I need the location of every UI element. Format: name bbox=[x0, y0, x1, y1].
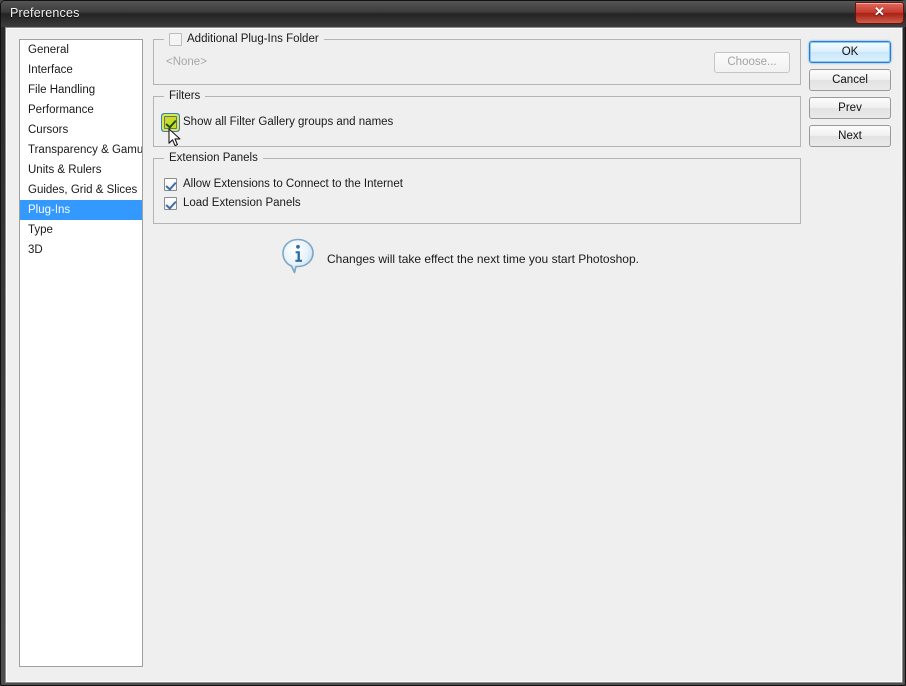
plug-ins-settings-pane: Additional Plug-Ins Folder <None> Choose… bbox=[153, 32, 801, 279]
restart-note: Changes will take effect the next time y… bbox=[281, 238, 801, 279]
extension-panels-group-body: Allow Extensions to Connect to the Inter… bbox=[154, 159, 800, 223]
sidebar-item-interface[interactable]: Interface bbox=[20, 60, 142, 80]
plugins-folder-path-value: <None> bbox=[166, 56, 207, 68]
sidebar-item-units-rulers[interactable]: Units & Rulers bbox=[20, 160, 142, 180]
sidebar-item-cursors[interactable]: Cursors bbox=[20, 120, 142, 140]
prev-button[interactable]: Prev bbox=[809, 97, 891, 119]
load-extension-panels-row[interactable]: Load Extension Panels bbox=[164, 194, 790, 212]
close-icon: ✕ bbox=[874, 4, 885, 19]
additional-plugins-folder-checkbox[interactable] bbox=[169, 33, 182, 46]
sidebar-item-general[interactable]: General bbox=[20, 40, 142, 60]
load-extension-panels-label: Load Extension Panels bbox=[183, 197, 301, 209]
category-list[interactable]: General Interface File Handling Performa… bbox=[19, 39, 143, 667]
title-bar[interactable]: Preferences ✕ bbox=[1, 1, 906, 27]
dialog-button-column: OK Cancel Prev Next bbox=[809, 41, 891, 153]
show-filter-gallery-row[interactable]: Show all Filter Gallery groups and names bbox=[164, 113, 790, 131]
close-button[interactable]: ✕ bbox=[855, 2, 904, 24]
sidebar-item-guides-grid-slices[interactable]: Guides, Grid & Slices bbox=[20, 180, 142, 200]
sidebar-item-plug-ins[interactable]: Plug-Ins bbox=[20, 200, 142, 220]
additional-plugins-folder-legend: Additional Plug-Ins Folder bbox=[164, 32, 324, 47]
next-button[interactable]: Next bbox=[809, 125, 891, 147]
extension-panels-group: Extension Panels Allow Extensions to Con… bbox=[153, 151, 801, 224]
load-extension-panels-checkbox[interactable] bbox=[164, 196, 177, 210]
filters-group-body: Show all Filter Gallery groups and names bbox=[154, 97, 800, 146]
additional-plugins-folder-label: Additional Plug-Ins Folder bbox=[187, 33, 319, 45]
show-filter-gallery-checkbox[interactable] bbox=[164, 115, 177, 129]
cancel-button[interactable]: Cancel bbox=[809, 69, 891, 91]
allow-extensions-internet-row[interactable]: Allow Extensions to Connect to the Inter… bbox=[164, 175, 790, 193]
sidebar-item-type[interactable]: Type bbox=[20, 220, 142, 240]
choose-folder-button[interactable]: Choose... bbox=[714, 51, 790, 73]
sidebar-item-file-handling[interactable]: File Handling bbox=[20, 80, 142, 100]
restart-note-text: Changes will take effect the next time y… bbox=[327, 251, 639, 266]
additional-plugins-folder-group: Additional Plug-Ins Folder <None> Choose… bbox=[153, 32, 801, 85]
info-icon bbox=[281, 238, 315, 279]
preferences-dialog: Preferences ✕ General Interface File Han… bbox=[0, 0, 906, 686]
allow-extensions-internet-checkbox[interactable] bbox=[164, 177, 177, 191]
sidebar-item-3d[interactable]: 3D bbox=[20, 240, 142, 260]
sidebar-item-performance[interactable]: Performance bbox=[20, 100, 142, 120]
ok-button[interactable]: OK bbox=[809, 41, 891, 63]
show-filter-gallery-label: Show all Filter Gallery groups and names bbox=[183, 116, 394, 128]
extension-panels-legend: Extension Panels bbox=[164, 151, 263, 166]
window-title: Preferences bbox=[10, 6, 80, 20]
sidebar-item-transparency-gamut[interactable]: Transparency & Gamut bbox=[20, 140, 142, 160]
filters-group: Filters Show all Filter Gallery groups a… bbox=[153, 89, 801, 147]
allow-extensions-internet-label: Allow Extensions to Connect to the Inter… bbox=[183, 178, 403, 190]
filters-legend: Filters bbox=[164, 89, 206, 104]
